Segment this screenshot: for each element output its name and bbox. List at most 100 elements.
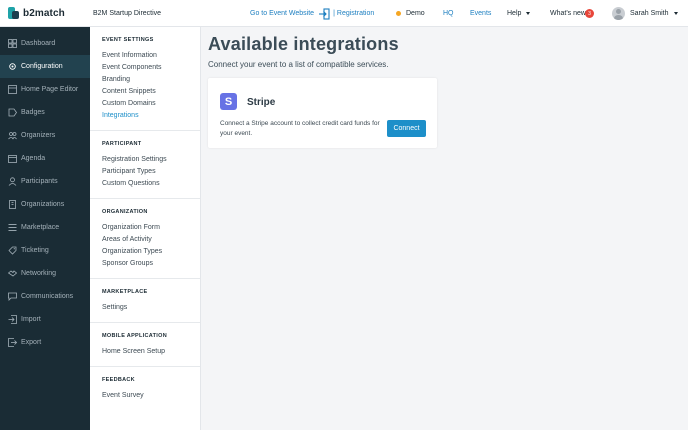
sidebar-item-label: Badges bbox=[21, 109, 45, 116]
demo-status-dot-icon bbox=[396, 11, 401, 16]
page-title: Available integrations bbox=[208, 34, 399, 54]
sidebar-item-networking[interactable]: Networking bbox=[0, 262, 90, 285]
sidebar-item-label: Export bbox=[21, 339, 42, 346]
go-to-event-website-link[interactable]: Go to Event Website bbox=[250, 10, 314, 17]
sidebar-item-agenda[interactable]: Agenda bbox=[0, 147, 90, 170]
marketplace-icon bbox=[8, 223, 17, 232]
sidebar-item-label: Networking bbox=[21, 270, 57, 277]
sign-in-icon bbox=[319, 7, 330, 20]
user-name: Sarah Smith bbox=[630, 10, 669, 17]
top-bar: b2match B2M Startup Directive Go to Even… bbox=[0, 0, 688, 27]
building-icon bbox=[8, 200, 17, 209]
submenu-heading: MARKETPLACE bbox=[102, 289, 148, 295]
sidebar-item-export[interactable]: Export bbox=[0, 331, 90, 354]
submenu-link-sponsor-groups[interactable]: Sponsor Groups bbox=[102, 258, 200, 270]
submenu-link-event-survey[interactable]: Event Survey bbox=[102, 390, 200, 402]
help-label: Help bbox=[507, 10, 522, 17]
submenu-heading: EVENT SETTINGS bbox=[102, 37, 154, 43]
sidebar: Dashboard Configuration Home Page Editor… bbox=[0, 27, 90, 430]
gear-icon bbox=[8, 62, 17, 71]
integration-description: Connect a Stripe account to collect cred… bbox=[220, 120, 380, 137]
chat-icon bbox=[8, 292, 17, 301]
sidebar-item-label: Marketplace bbox=[21, 224, 60, 231]
brand[interactable]: b2match bbox=[0, 7, 90, 19]
whats-new-label: What's new bbox=[550, 10, 586, 17]
submenu-heading: MOBILE APPLICATION bbox=[102, 333, 167, 339]
whats-new-button[interactable]: What's new 3 bbox=[550, 9, 594, 18]
chevron-down-icon bbox=[673, 12, 678, 15]
sidebar-item-label: Dashboard bbox=[21, 40, 56, 47]
submenu-link-integrations[interactable]: Integrations bbox=[102, 110, 200, 122]
stripe-logo-icon: S bbox=[220, 93, 237, 110]
sidebar-item-home-page-editor[interactable]: Home Page Editor bbox=[0, 78, 90, 101]
sidebar-item-configuration[interactable]: Configuration bbox=[0, 55, 90, 78]
sidebar-item-import[interactable]: Import bbox=[0, 308, 90, 331]
submenu-link-organization-form[interactable]: Organization Form bbox=[102, 222, 200, 234]
sidebar-item-label: Configuration bbox=[21, 63, 63, 70]
sidebar-item-label: Participants bbox=[21, 178, 58, 185]
event-title: B2M Startup Directive bbox=[93, 9, 162, 17]
sidebar-item-label: Home Page Editor bbox=[21, 86, 79, 93]
main-content: Available integrations Connect your even… bbox=[201, 27, 688, 430]
submenu-link-registration-settings[interactable]: Registration Settings bbox=[102, 154, 200, 166]
submenu-heading: ORGANIZATION bbox=[102, 209, 148, 215]
sidebar-item-organizers[interactable]: Organizers bbox=[0, 124, 90, 147]
submenu-link-branding[interactable]: Branding bbox=[102, 74, 200, 86]
sidebar-item-marketplace[interactable]: Marketplace bbox=[0, 216, 90, 239]
sidebar-item-organizations[interactable]: Organizations bbox=[0, 193, 90, 216]
top-nav: Go to Event Website | Registration Demo … bbox=[250, 0, 678, 27]
connect-button[interactable]: Connect bbox=[387, 120, 426, 137]
submenu-section-event-settings: EVENT SETTINGS Event Information Event C… bbox=[90, 27, 200, 131]
submenu-link-home-screen-setup[interactable]: Home Screen Setup bbox=[102, 346, 200, 358]
badge-icon bbox=[8, 108, 17, 117]
sidebar-item-label: Agenda bbox=[21, 155, 46, 162]
brand-name: b2match bbox=[23, 7, 65, 19]
sidebar-item-label: Communications bbox=[21, 293, 74, 300]
submenu-link-areas-of-activity[interactable]: Areas of Activity bbox=[102, 234, 200, 246]
sidebar-item-label: Organizations bbox=[21, 201, 65, 208]
submenu-link-marketplace-settings[interactable]: Settings bbox=[102, 302, 200, 314]
sidebar-item-communications[interactable]: Communications bbox=[0, 285, 90, 308]
submenu-heading: FEEDBACK bbox=[102, 377, 135, 383]
integration-card-stripe: S Stripe Connect a Stripe account to col… bbox=[208, 78, 437, 148]
sidebar-item-badges[interactable]: Badges bbox=[0, 101, 90, 124]
registration-link[interactable]: Registration bbox=[337, 10, 374, 17]
user-menu[interactable]: Sarah Smith bbox=[612, 7, 678, 20]
submenu-section-organization: ORGANIZATION Organization Form Areas of … bbox=[90, 199, 200, 279]
handshake-icon bbox=[8, 269, 17, 278]
submenu-link-event-information[interactable]: Event Information bbox=[102, 50, 200, 62]
submenu-heading: PARTICIPANT bbox=[102, 141, 142, 147]
submenu-link-participant-types[interactable]: Participant Types bbox=[102, 166, 200, 178]
export-icon bbox=[8, 338, 17, 347]
submenu-link-event-components[interactable]: Event Components bbox=[102, 62, 200, 74]
calendar-icon bbox=[8, 154, 17, 163]
submenu-link-custom-domains[interactable]: Custom Domains bbox=[102, 98, 200, 110]
sidebar-item-ticketing[interactable]: Ticketing bbox=[0, 239, 90, 262]
submenu-section-marketplace: MARKETPLACE Settings bbox=[90, 279, 200, 323]
help-menu[interactable]: Help bbox=[507, 10, 531, 17]
sidebar-item-label: Ticketing bbox=[21, 247, 49, 254]
demo-indicator[interactable]: Demo bbox=[396, 10, 425, 17]
import-icon bbox=[8, 315, 17, 324]
dashboard-icon bbox=[8, 39, 17, 48]
submenu-section-mobile-application: MOBILE APPLICATION Home Screen Setup bbox=[90, 323, 200, 367]
events-link[interactable]: Events bbox=[470, 10, 491, 17]
notification-badge: 3 bbox=[584, 9, 594, 18]
chevron-down-icon bbox=[526, 12, 531, 15]
sidebar-item-label: Organizers bbox=[21, 132, 56, 139]
sidebar-item-dashboard[interactable]: Dashboard bbox=[0, 32, 90, 55]
b2match-logo-icon bbox=[8, 7, 19, 19]
hq-link[interactable]: HQ bbox=[443, 10, 454, 17]
organizers-icon bbox=[8, 131, 17, 140]
participants-icon bbox=[8, 177, 17, 186]
demo-label: Demo bbox=[406, 10, 425, 17]
page-editor-icon bbox=[8, 85, 17, 94]
submenu-link-organization-types[interactable]: Organization Types bbox=[102, 246, 200, 258]
submenu-section-participant: PARTICIPANT Registration Settings Partic… bbox=[90, 131, 200, 199]
ticket-icon bbox=[8, 246, 17, 255]
submenu-link-content-snippets[interactable]: Content Snippets bbox=[102, 86, 200, 98]
page-subtitle: Connect your event to a list of compatib… bbox=[208, 60, 389, 69]
submenu-link-custom-questions[interactable]: Custom Questions bbox=[102, 178, 200, 190]
submenu-section-feedback: FEEDBACK Event Survey bbox=[90, 367, 200, 410]
sidebar-item-participants[interactable]: Participants bbox=[0, 170, 90, 193]
